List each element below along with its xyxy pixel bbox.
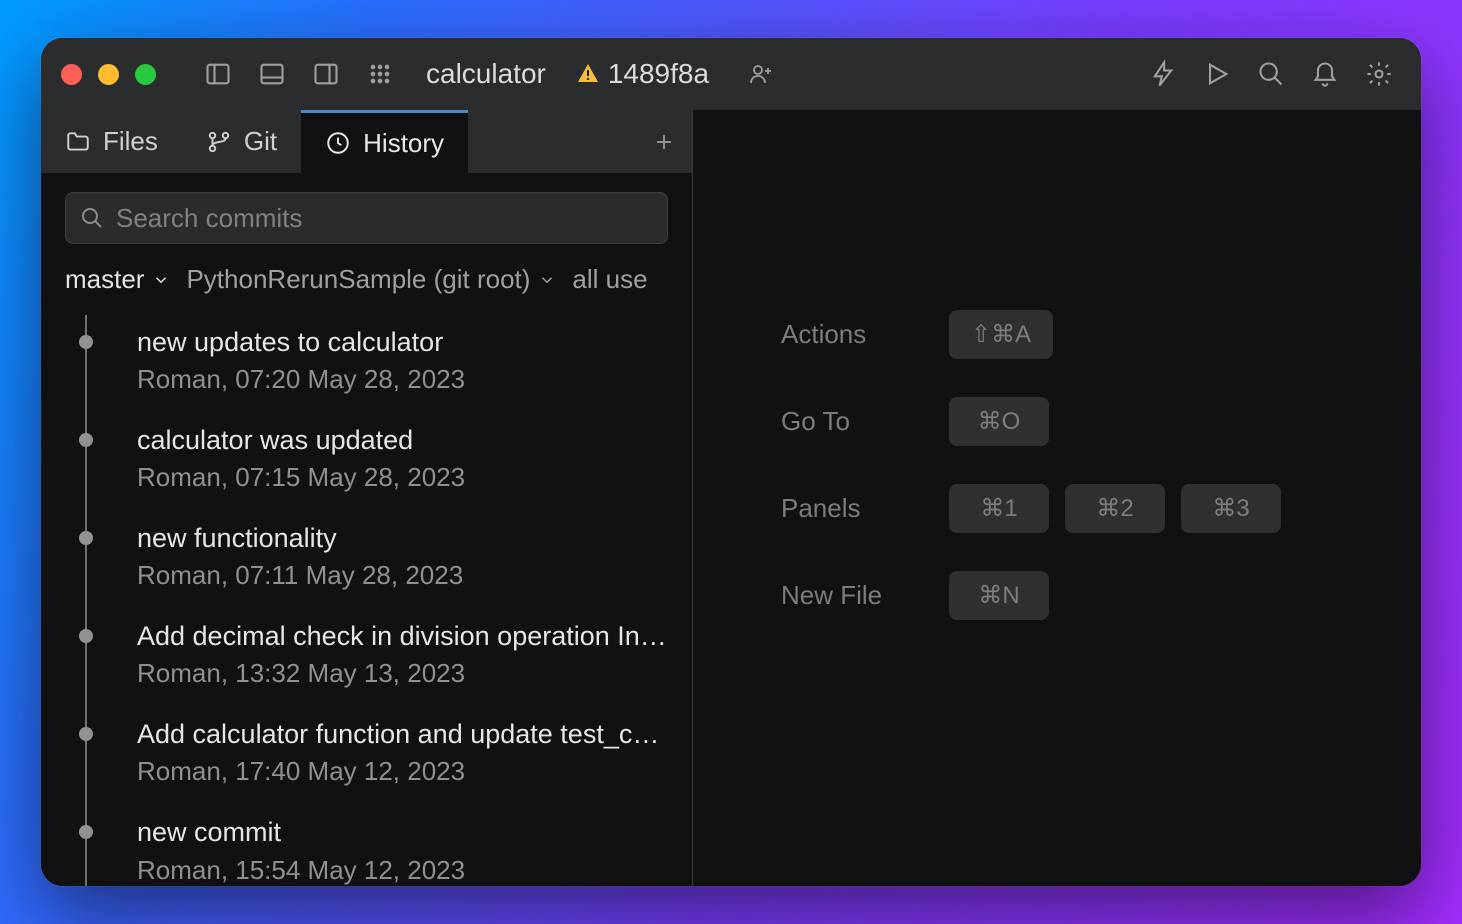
commit-item[interactable]: new updates to calculator Roman, 07:20 M… bbox=[41, 311, 692, 409]
kbd-newfile[interactable]: ⌘N bbox=[949, 571, 1049, 620]
tab-label: Files bbox=[103, 126, 158, 157]
maximize-window-button[interactable] bbox=[135, 64, 156, 85]
root-name: PythonRerunSample (git root) bbox=[186, 264, 530, 295]
commit-item[interactable]: new functionality Roman, 07:11 May 28, 2… bbox=[41, 507, 692, 605]
commit-title: new updates to calculator bbox=[137, 325, 672, 360]
user-filter[interactable]: all use bbox=[572, 264, 647, 295]
commit-meta: Roman, 17:40 May 12, 2023 bbox=[137, 756, 672, 787]
commit-meta: Roman, 07:20 May 28, 2023 bbox=[137, 364, 672, 395]
body: Files Git History bbox=[41, 110, 1421, 886]
commit-meta: Roman, 07:15 May 28, 2023 bbox=[137, 462, 672, 493]
kbd-panel-2[interactable]: ⌘2 bbox=[1065, 484, 1165, 533]
app-window: calculator 1489f8a bbox=[41, 38, 1421, 886]
plus-icon bbox=[652, 130, 676, 154]
panel-right-icon[interactable] bbox=[304, 52, 348, 96]
shortcut-row-panels: Panels ⌘1 ⌘2 ⌘3 bbox=[781, 484, 1421, 533]
commit-item[interactable]: Add calculator function and update test_… bbox=[41, 703, 692, 801]
shortcut-row-goto: Go To ⌘O bbox=[781, 397, 1421, 446]
panel-left-icon[interactable] bbox=[196, 52, 240, 96]
commit-item[interactable]: new commit Roman, 15:54 May 12, 2023 bbox=[41, 801, 692, 886]
commit-title: Add calculator function and update test_… bbox=[137, 717, 672, 752]
commit-item[interactable]: Add decimal check in division operation … bbox=[41, 605, 692, 703]
search-input[interactable] bbox=[116, 203, 653, 234]
commit-filters: master PythonRerunSample (git root) all … bbox=[41, 244, 692, 305]
close-window-button[interactable] bbox=[61, 64, 82, 85]
tab-git[interactable]: Git bbox=[182, 110, 301, 173]
tab-label: Git bbox=[244, 126, 277, 157]
commit-list: new updates to calculator Roman, 07:20 M… bbox=[41, 305, 692, 886]
add-user-icon[interactable] bbox=[739, 52, 783, 96]
search-icon bbox=[80, 206, 104, 230]
left-pane: Files Git History bbox=[41, 110, 693, 886]
shortcut-label: Panels bbox=[781, 493, 921, 524]
bolt-icon[interactable] bbox=[1141, 52, 1185, 96]
kbd-panel-3[interactable]: ⌘3 bbox=[1181, 484, 1281, 533]
tab-files[interactable]: Files bbox=[41, 110, 182, 173]
clock-icon bbox=[325, 130, 351, 156]
add-tab-button[interactable] bbox=[636, 110, 692, 173]
bell-icon[interactable] bbox=[1303, 52, 1347, 96]
title-bar: calculator 1489f8a bbox=[41, 38, 1421, 110]
commit-meta: Roman, 15:54 May 12, 2023 bbox=[137, 855, 672, 886]
warning-icon bbox=[576, 62, 600, 86]
run-icon[interactable] bbox=[1195, 52, 1239, 96]
chevron-down-icon bbox=[538, 271, 556, 289]
panel-bottom-icon[interactable] bbox=[250, 52, 294, 96]
shortcut-label: Actions bbox=[781, 319, 921, 350]
kbd-panel-1[interactable]: ⌘1 bbox=[949, 484, 1049, 533]
tabs-row: Files Git History bbox=[41, 110, 692, 174]
commit-title: new functionality bbox=[137, 521, 672, 556]
search-box[interactable] bbox=[65, 192, 668, 244]
vcs-status[interactable]: 1489f8a bbox=[576, 58, 709, 90]
commit-meta: Roman, 13:32 May 13, 2023 bbox=[137, 658, 672, 689]
branch-icon bbox=[206, 129, 232, 155]
minimize-window-button[interactable] bbox=[98, 64, 119, 85]
root-filter[interactable]: PythonRerunSample (git root) bbox=[186, 264, 556, 295]
app-grid-icon[interactable] bbox=[358, 52, 402, 96]
commit-hash: 1489f8a bbox=[608, 58, 709, 90]
search-wrap bbox=[41, 174, 692, 244]
search-icon[interactable] bbox=[1249, 52, 1293, 96]
project-name[interactable]: calculator bbox=[426, 58, 546, 90]
right-pane: Actions ⇧⌘A Go To ⌘O Panels ⌘1 ⌘2 ⌘3 bbox=[693, 110, 1421, 886]
kbd-actions[interactable]: ⇧⌘A bbox=[949, 310, 1053, 359]
gear-icon[interactable] bbox=[1357, 52, 1401, 96]
shortcut-row-actions: Actions ⇧⌘A bbox=[781, 310, 1421, 359]
commit-item[interactable]: calculator was updated Roman, 07:15 May … bbox=[41, 409, 692, 507]
commit-title: new commit bbox=[137, 815, 672, 850]
commit-title: Add decimal check in division operation … bbox=[137, 619, 672, 654]
traffic-lights bbox=[61, 64, 156, 85]
shortcut-label: Go To bbox=[781, 406, 921, 437]
tab-label: History bbox=[363, 128, 444, 159]
commit-title: calculator was updated bbox=[137, 423, 672, 458]
commit-meta: Roman, 07:11 May 28, 2023 bbox=[137, 560, 672, 591]
kbd-goto[interactable]: ⌘O bbox=[949, 397, 1049, 446]
folder-icon bbox=[65, 129, 91, 155]
shortcut-label: New File bbox=[781, 580, 921, 611]
shortcut-row-newfile: New File ⌘N bbox=[781, 571, 1421, 620]
branch-filter[interactable]: master bbox=[65, 264, 170, 295]
tab-history[interactable]: History bbox=[301, 110, 468, 173]
chevron-down-icon bbox=[152, 271, 170, 289]
branch-name: master bbox=[65, 264, 144, 295]
